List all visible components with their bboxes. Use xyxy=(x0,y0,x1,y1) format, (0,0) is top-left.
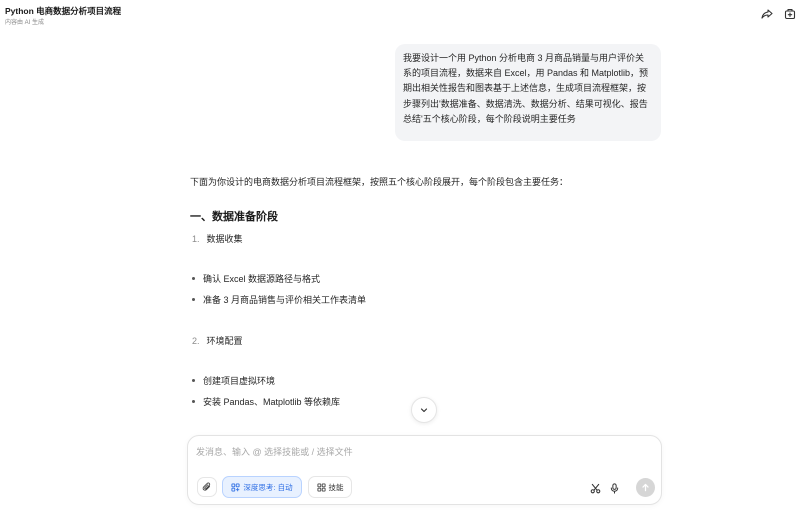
list-item-label: 环境配置 xyxy=(206,336,243,346)
deep-think-icon xyxy=(231,482,240,492)
list-number: 2. xyxy=(192,336,200,346)
bullet-dot xyxy=(192,379,195,383)
chevron-down-icon xyxy=(420,408,428,413)
ordered-list-item: 2. 环境配置 xyxy=(192,334,243,347)
skills-button[interactable]: 技能 xyxy=(308,476,352,498)
bullet-text: 创建项目虚拟环境 xyxy=(203,376,276,386)
send-button[interactable] xyxy=(636,478,655,497)
bullet-item: 确认 Excel 数据源路径与格式 xyxy=(192,272,320,285)
list-number: 1. xyxy=(192,234,200,244)
bullet-dot xyxy=(192,298,195,302)
deep-think-label: 深度思考: 自动 xyxy=(243,482,293,492)
scroll-to-bottom-button[interactable] xyxy=(411,397,437,423)
bullet-item: 安装 Pandas、Matplotlib 等依赖库 xyxy=(192,395,340,408)
bullet-item: 创建项目虚拟环境 xyxy=(192,374,275,387)
message-composer: 深度思考: 自动 技能 xyxy=(187,435,662,505)
attach-button[interactable] xyxy=(197,477,217,497)
grid-icon xyxy=(316,482,326,492)
voice-input-button[interactable] xyxy=(607,481,621,495)
ordered-list-item: 1. 数据收集 xyxy=(192,232,243,245)
message-input[interactable] xyxy=(196,444,651,460)
bullet-text: 确认 Excel 数据源路径与格式 xyxy=(203,274,321,284)
answer-intro: 下面为你设计的电商数据分析项目流程框架，按照五个核心阶段展开，每个阶段包含主要任… xyxy=(190,177,569,187)
page-title: Python 电商数据分析项目流程 xyxy=(5,6,122,16)
microphone-icon xyxy=(610,482,618,494)
ai-generated-note: 内容由 AI 生成 xyxy=(5,20,45,26)
bullet-item: 准备 3 月商品销售与评价相关工作表清单 xyxy=(192,293,366,306)
top-bar: Python 电商数据分析项目流程 内容由 AI 生成 xyxy=(0,0,800,30)
scissors-icon xyxy=(590,483,600,493)
list-item-label: 数据收集 xyxy=(206,234,243,244)
new-chat-icon[interactable] xyxy=(783,7,797,21)
arrow-up-icon xyxy=(642,483,649,492)
deep-think-toggle[interactable]: 深度思考: 自动 xyxy=(222,476,302,498)
screenshot-button[interactable] xyxy=(588,481,602,495)
section-heading: 一、数据准备阶段 xyxy=(190,211,278,223)
share-icon[interactable] xyxy=(760,7,774,21)
bullet-dot xyxy=(192,400,195,404)
bullet-dot xyxy=(192,277,195,281)
user-message-bubble: 我要设计一个用 Python 分析电商 3 月商品销量与用户评价关系的项目流程，… xyxy=(395,44,661,141)
bullet-text: 安装 Pandas、Matplotlib 等依赖库 xyxy=(203,397,341,407)
paperclip-icon xyxy=(202,482,211,491)
bullet-text: 准备 3 月商品销售与评价相关工作表清单 xyxy=(203,295,367,305)
skills-label: 技能 xyxy=(328,482,344,492)
